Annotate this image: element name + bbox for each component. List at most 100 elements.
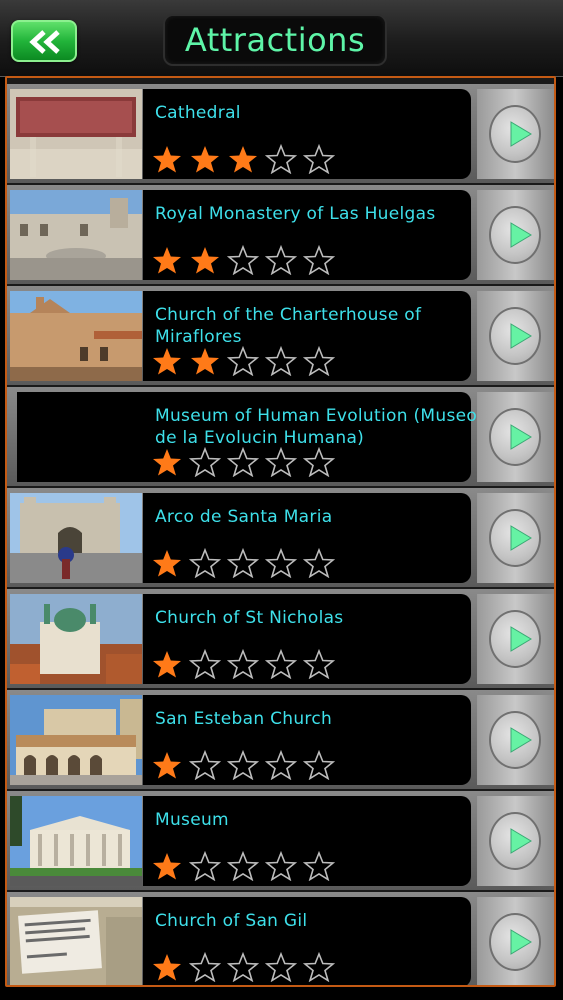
attraction-name: Church of San Gil <box>155 911 308 931</box>
attraction-thumbnail <box>10 594 142 684</box>
open-detail-button[interactable] <box>477 695 554 785</box>
play-arrow-icon <box>510 424 532 450</box>
play-arrow-icon <box>510 323 532 349</box>
open-detail-button[interactable] <box>477 392 554 482</box>
page-title-box: Attractions <box>163 14 387 66</box>
play-arrow-icon <box>510 626 532 652</box>
open-detail-button[interactable] <box>477 89 554 179</box>
rating-stars <box>151 345 341 377</box>
rating-stars <box>151 446 341 478</box>
star-empty-icon <box>226 850 260 882</box>
star-filled-icon <box>153 449 181 476</box>
star-filled-icon <box>153 247 181 274</box>
bottom-strip <box>0 987 563 1000</box>
star-empty-icon <box>264 143 298 175</box>
star-empty-icon <box>264 648 298 680</box>
star-empty-icon <box>264 446 298 478</box>
list-item[interactable]: Church of San Gil <box>7 892 554 985</box>
list-item[interactable]: Church of the Charterhouse of Miraflores <box>7 286 554 385</box>
play-arrow-icon <box>510 727 532 753</box>
star-empty-icon <box>264 951 298 983</box>
double-chevron-left-icon <box>29 30 60 54</box>
attraction-name: Church of St Nicholas <box>155 608 344 628</box>
star-filled-icon <box>153 853 181 880</box>
attractions-list[interactable]: Cathedral Royal Monastery of Las Huelgas <box>5 76 556 987</box>
list-item[interactable]: Arco de Santa Maria <box>7 488 554 587</box>
play-arrow-icon <box>510 222 532 248</box>
rating-stars <box>151 547 341 579</box>
star-empty-icon <box>302 143 336 175</box>
open-detail-button[interactable] <box>477 796 554 886</box>
back-button[interactable] <box>11 20 77 62</box>
list-item[interactable]: Royal Monastery of Las Huelgas <box>7 185 554 284</box>
star-filled-icon <box>153 146 181 173</box>
rating-stars <box>151 244 341 276</box>
star-empty-icon <box>264 749 298 781</box>
star-empty-icon <box>188 850 222 882</box>
star-empty-icon <box>302 951 336 983</box>
star-filled-icon <box>191 146 219 173</box>
star-empty-icon <box>302 850 336 882</box>
attraction-name: Arco de Santa Maria <box>155 507 333 527</box>
star-empty-icon <box>302 446 336 478</box>
play-arrow-icon <box>510 828 532 854</box>
play-arrow-icon <box>510 121 532 147</box>
rating-stars <box>151 850 341 882</box>
star-empty-icon <box>264 345 298 377</box>
attraction-name: Royal Monastery of Las Huelgas <box>155 204 436 224</box>
list-item[interactable]: Museum of Human Evolution (Museo de la E… <box>7 387 554 486</box>
open-detail-button[interactable] <box>477 594 554 684</box>
open-detail-button[interactable] <box>477 291 554 381</box>
star-empty-icon <box>302 648 336 680</box>
rating-stars <box>151 749 341 781</box>
attraction-thumbnail <box>10 291 142 381</box>
star-filled-icon <box>153 348 181 375</box>
star-filled-icon <box>153 550 181 577</box>
attraction-name: Museum <box>155 810 229 830</box>
open-detail-button[interactable] <box>477 493 554 583</box>
list-item[interactable]: Museum <box>7 791 554 890</box>
open-detail-button[interactable] <box>477 190 554 280</box>
star-empty-icon <box>226 446 260 478</box>
star-empty-icon <box>302 547 336 579</box>
star-empty-icon <box>188 446 222 478</box>
list-item[interactable]: Cathedral <box>7 84 554 183</box>
rating-stars <box>151 951 341 983</box>
open-detail-button[interactable] <box>477 897 554 985</box>
list-item[interactable]: San Esteban Church <box>7 690 554 789</box>
star-empty-icon <box>188 547 222 579</box>
star-empty-icon <box>226 345 260 377</box>
star-empty-icon <box>226 749 260 781</box>
attraction-name: Museum of Human Evolution (Museo de la E… <box>155 406 478 448</box>
attraction-thumbnail <box>10 796 142 886</box>
star-empty-icon <box>188 951 222 983</box>
star-filled-icon <box>229 146 257 173</box>
attraction-name: Church of the Charterhouse of Miraflores <box>155 305 422 347</box>
star-filled-icon <box>153 954 181 981</box>
play-arrow-icon <box>510 929 532 955</box>
attraction-thumbnail <box>10 190 142 280</box>
list-item[interactable]: Church of St Nicholas <box>7 589 554 688</box>
star-empty-icon <box>264 547 298 579</box>
attraction-name: Cathedral <box>155 103 241 123</box>
star-empty-icon <box>188 648 222 680</box>
page-title: Attractions <box>184 21 366 59</box>
star-empty-icon <box>264 850 298 882</box>
top-bar: Attractions <box>0 0 563 77</box>
star-empty-icon <box>226 951 260 983</box>
attraction-thumbnail <box>10 897 142 985</box>
star-filled-icon <box>153 651 181 678</box>
star-empty-icon <box>302 749 336 781</box>
star-empty-icon <box>302 345 336 377</box>
attraction-thumbnail <box>10 493 142 583</box>
attraction-name: San Esteban Church <box>155 709 333 729</box>
play-arrow-icon <box>510 525 532 551</box>
attraction-thumbnail <box>10 695 142 785</box>
star-empty-icon <box>226 244 260 276</box>
rating-stars <box>151 648 341 680</box>
star-empty-icon <box>188 749 222 781</box>
star-empty-icon <box>226 547 260 579</box>
star-filled-icon <box>191 247 219 274</box>
star-empty-icon <box>264 244 298 276</box>
rating-stars <box>151 143 341 175</box>
